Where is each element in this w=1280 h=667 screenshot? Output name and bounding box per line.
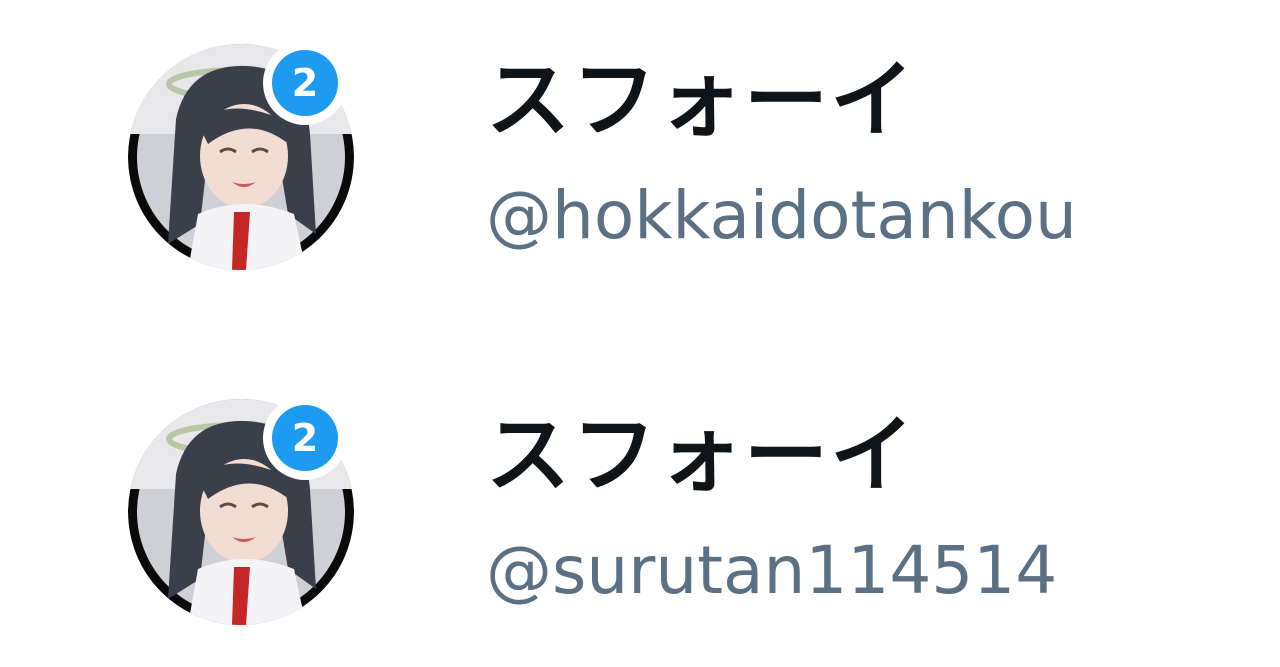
account-list: 2 スフォーイ @hokkaidotankou 2 スフォーイ @surutan… <box>0 0 1280 667</box>
badge-count: 2 <box>272 405 338 471</box>
account-row[interactable]: 2 スフォーイ @surutan114514 <box>0 389 1280 629</box>
avatar-container[interactable]: 2 <box>128 396 354 625</box>
display-name: スフォーイ <box>486 51 917 149</box>
badge-count: 2 <box>272 50 338 116</box>
display-name: スフォーイ <box>486 406 917 504</box>
notification-badge: 2 <box>263 396 347 480</box>
account-handle: @surutan114514 <box>486 532 1058 609</box>
account-handle: @hokkaidotankou <box>486 177 1077 254</box>
account-row[interactable]: 2 スフォーイ @hokkaidotankou <box>0 34 1280 274</box>
notification-badge: 2 <box>263 41 347 125</box>
avatar-container[interactable]: 2 <box>128 41 354 270</box>
